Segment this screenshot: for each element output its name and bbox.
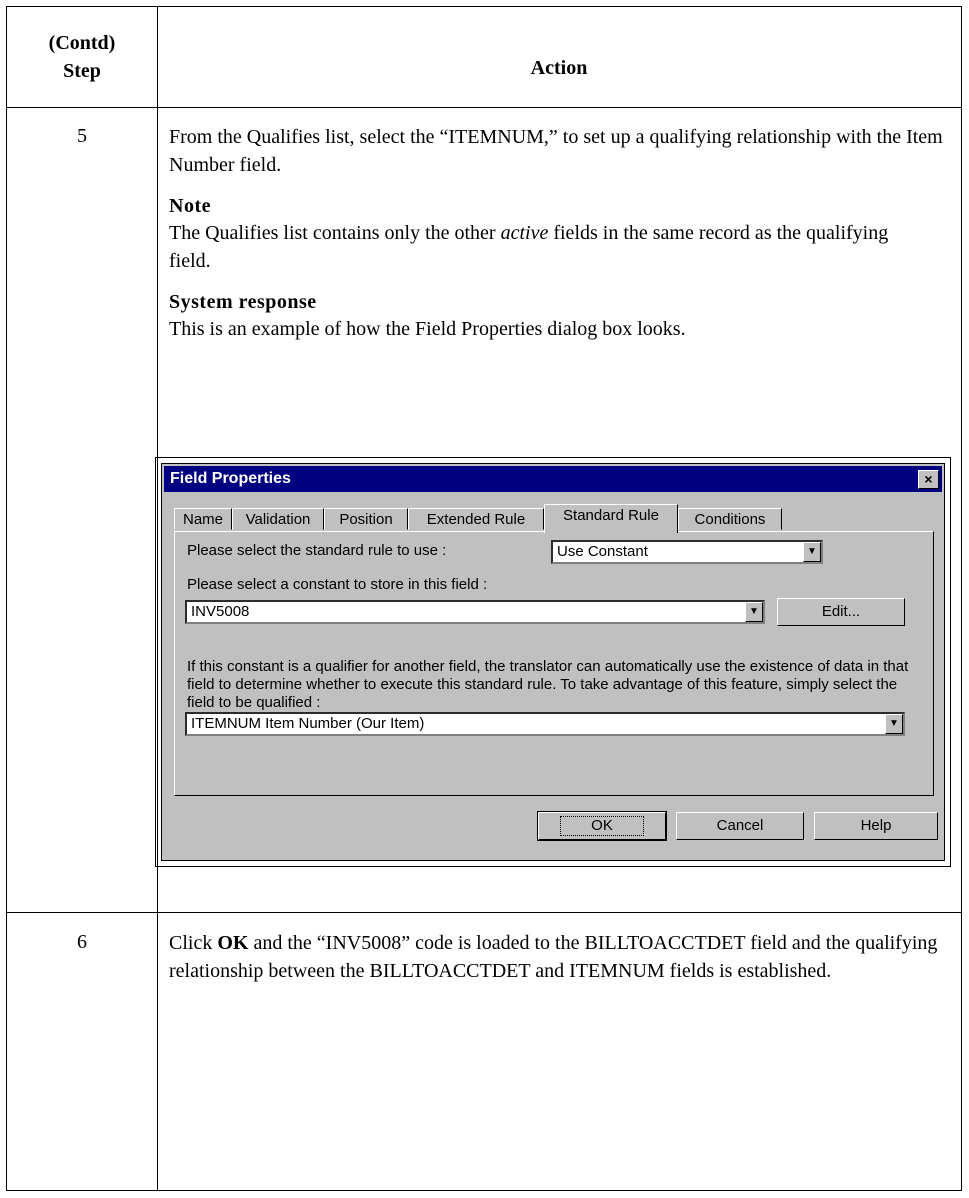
step6-text-rest: and the “INV5008” code is loaded to the … <box>169 932 938 982</box>
constant-select-value: INV5008 <box>191 603 250 620</box>
tab-validation[interactable]: Validation <box>232 508 324 530</box>
step6-text-prefix: Click <box>169 932 218 954</box>
header-step-contd: (Contd) <box>48 32 116 54</box>
cancel-button[interactable]: Cancel <box>676 812 804 840</box>
tab-extended-rule[interactable]: Extended Rule <box>408 508 544 530</box>
tab-standard-rule[interactable]: Standard Rule <box>544 504 678 533</box>
row-divider <box>7 912 961 913</box>
header-step: (Contd) Step <box>7 29 157 85</box>
tab-name[interactable]: Name <box>174 508 232 530</box>
header-divider <box>7 107 961 108</box>
step-number-6: 6 <box>77 931 87 953</box>
qualified-field-value: ITEMNUM Item Number (Our Item) <box>191 715 425 732</box>
rule-label: Please select the standard rule to use : <box>187 542 447 559</box>
header-action: Action <box>530 57 588 79</box>
field-properties-dialog: Field Properties × Name Validation Posit… <box>161 463 945 861</box>
note-text-emphasis: active <box>500 222 549 244</box>
step-number-5: 5 <box>77 125 87 147</box>
step6-text: Click OK and the “INV5008” code is loade… <box>169 929 959 985</box>
chevron-down-icon[interactable]: ▼ <box>745 602 763 622</box>
close-icon[interactable]: × <box>918 470 939 489</box>
note-heading: Note <box>169 195 211 217</box>
rule-select-value: Use Constant <box>557 543 648 560</box>
constant-select[interactable]: INV5008 ▼ <box>185 600 765 624</box>
ok-button[interactable]: OK <box>537 811 667 841</box>
system-response-text: This is an example of how the Field Prop… <box>169 318 686 340</box>
chevron-down-icon[interactable]: ▼ <box>885 714 903 734</box>
tab-position[interactable]: Position <box>324 508 408 530</box>
standard-rule-panel: Please select the standard rule to use :… <box>174 531 934 796</box>
dialog-titlebar: Field Properties × <box>164 466 942 492</box>
help-button[interactable]: Help <box>814 812 938 840</box>
step5-text: From the Qualifies list, select the “ITE… <box>169 126 943 176</box>
qualified-field-select[interactable]: ITEMNUM Item Number (Our Item) ▼ <box>185 712 905 736</box>
system-response-heading: System response <box>169 291 317 313</box>
rule-select[interactable]: Use Constant ▼ <box>551 540 823 564</box>
edit-button[interactable]: Edit... <box>777 598 905 626</box>
chevron-down-icon[interactable]: ▼ <box>803 542 821 562</box>
constant-label: Please select a constant to store in thi… <box>187 576 488 593</box>
step6-ok-emphasis: OK <box>217 932 249 954</box>
note-text-part1: The Qualifies list contains only the oth… <box>169 222 501 244</box>
dialog-title: Field Properties <box>170 470 291 487</box>
tab-conditions[interactable]: Conditions <box>678 508 782 530</box>
ok-button-label: OK <box>560 816 644 836</box>
note-text: The Qualifies list contains only the oth… <box>169 219 909 275</box>
qualifier-description: If this constant is a qualifier for anot… <box>187 658 909 711</box>
header-step-label: Step <box>63 60 101 82</box>
